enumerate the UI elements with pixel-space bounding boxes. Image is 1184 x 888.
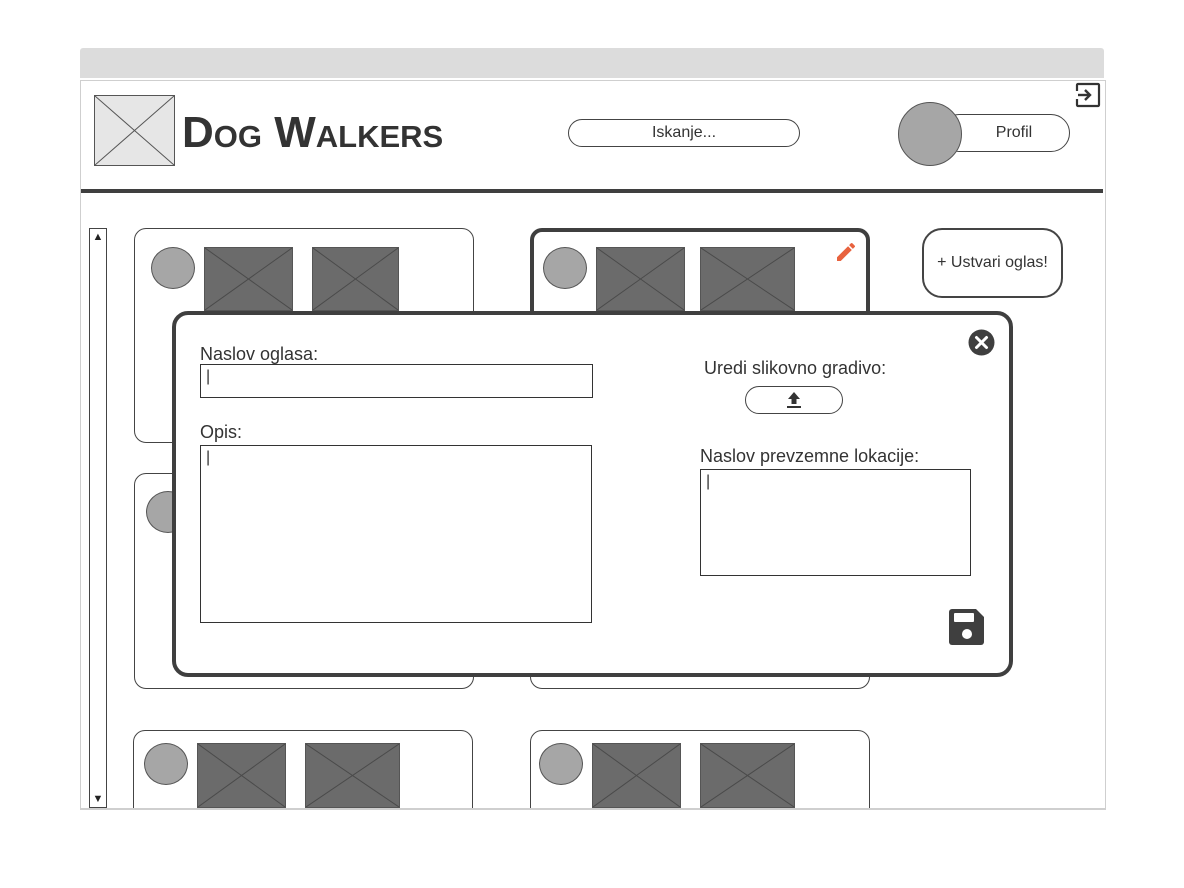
create-ad-button[interactable]: + Ustvari oglas! [922, 228, 1063, 298]
ad-image-placeholder [700, 247, 795, 311]
frame-bottom-border [80, 808, 1106, 810]
ad-image-placeholder [312, 247, 399, 311]
window-titlebar [80, 48, 1104, 78]
logout-icon[interactable] [1075, 82, 1101, 108]
profile-avatar[interactable] [898, 102, 962, 166]
ad-owner-avatar [543, 247, 587, 289]
upload-icon [787, 392, 801, 408]
scroll-up-arrow[interactable]: ▲ [90, 230, 106, 244]
description-textarea[interactable]: | [200, 445, 592, 623]
pickup-location-label: Naslov prevzemne lokacije: [700, 446, 920, 466]
close-icon[interactable] [967, 328, 996, 357]
app-title: Dog Walkers [182, 108, 444, 157]
ad-title-input[interactable]: | [200, 364, 593, 398]
save-icon[interactable] [948, 608, 986, 646]
ad-image-placeholder [305, 743, 400, 808]
ad-image-placeholder [700, 743, 795, 808]
text-caret: | [206, 368, 211, 385]
ad-image-placeholder [596, 247, 685, 311]
ad-image-placeholder [204, 247, 293, 311]
description-label: Opis: [200, 422, 243, 442]
search-input[interactable]: Iskanje... [568, 119, 800, 147]
page-bottom [0, 809, 1184, 888]
ad-owner-avatar [539, 743, 583, 785]
ad-owner-avatar [144, 743, 188, 785]
ad-title-label: Naslov oglasa: [200, 344, 319, 364]
scrollbar[interactable]: ▲ ▼ [89, 228, 107, 808]
media-label: Uredi slikovno gradivo: [704, 358, 887, 378]
pencil-icon[interactable] [834, 240, 858, 264]
scroll-down-arrow[interactable]: ▼ [90, 792, 106, 806]
ad-image-placeholder [197, 743, 286, 808]
ad-image-placeholder [592, 743, 681, 808]
ad-owner-avatar [151, 247, 195, 289]
pickup-location-textarea[interactable]: | [700, 469, 971, 576]
header-divider [81, 189, 1103, 193]
text-caret: | [706, 473, 711, 490]
text-caret: | [206, 449, 211, 466]
upload-button[interactable] [745, 386, 843, 414]
logo-image-placeholder [94, 95, 175, 166]
